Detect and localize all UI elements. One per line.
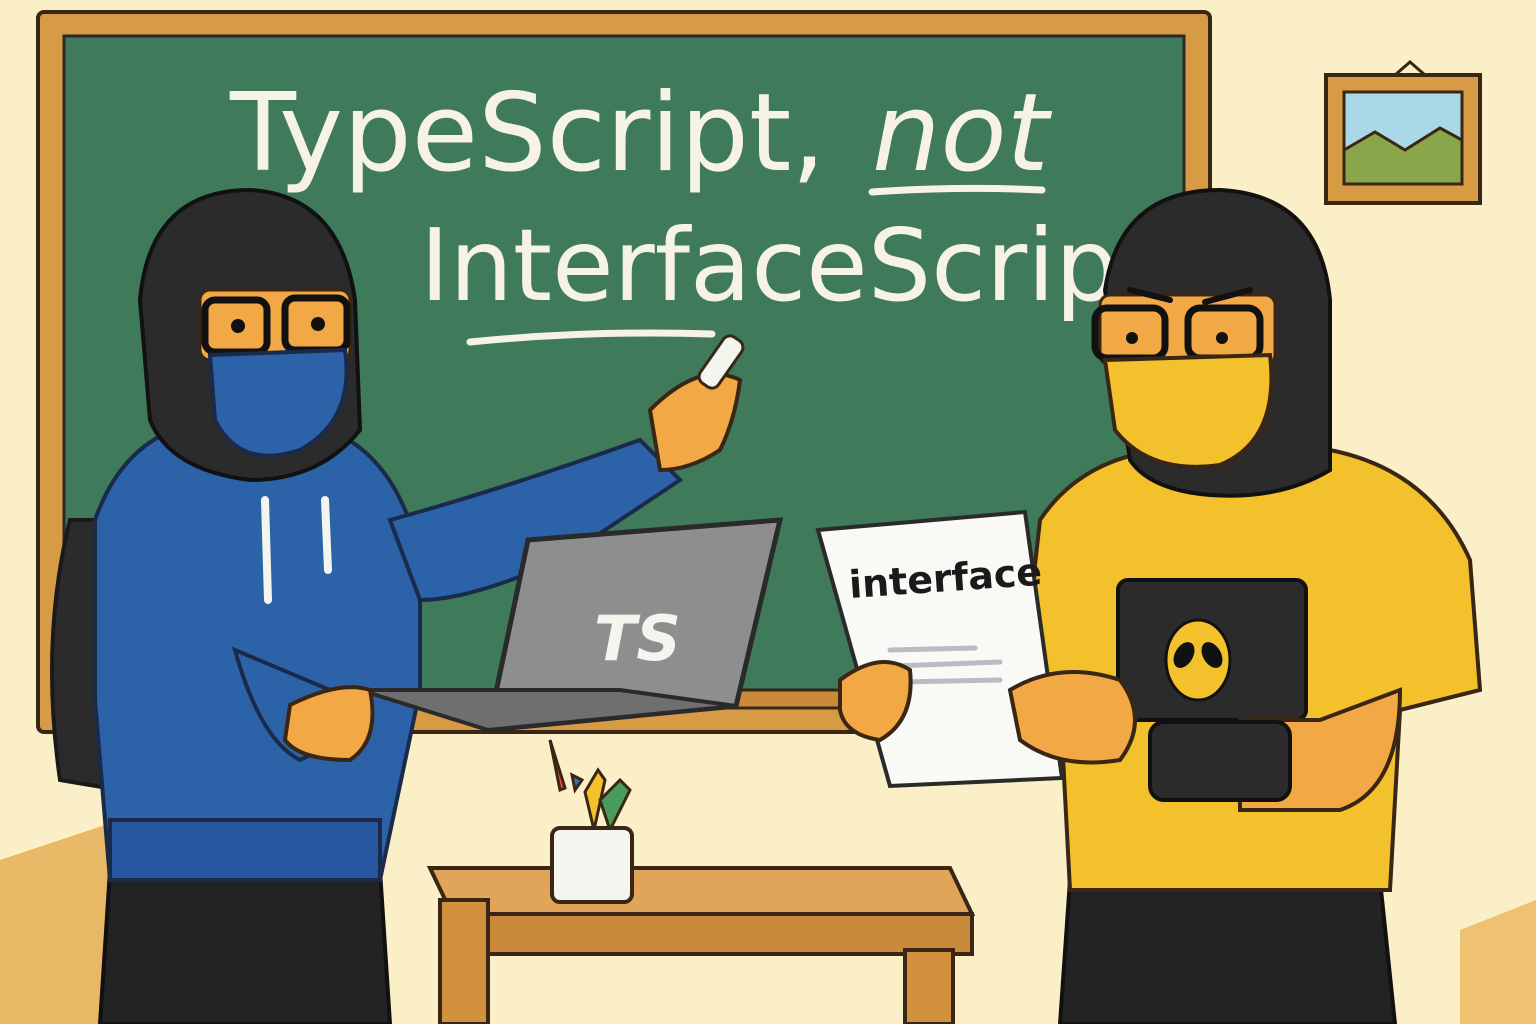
scene-svg: TypeScript, not InterfaceScript TS inter… — [0, 0, 1536, 1024]
pants — [97, 868, 393, 1024]
laptop-label: TS — [594, 602, 681, 675]
chalkboard-line1: TypeScript, — [229, 71, 826, 196]
pants — [1057, 878, 1398, 1024]
alien-icon — [1164, 618, 1232, 702]
wristband — [1148, 720, 1292, 802]
emphasis-underline — [868, 184, 1046, 196]
chalkboard-line2: InterfaceScript — [420, 207, 1158, 324]
chalkboard-emphasis: not — [872, 71, 1053, 196]
classroom-scene: TypeScript, not InterfaceScript TS inter… — [0, 0, 1536, 1024]
picture-frame-icon — [1324, 60, 1482, 205]
hoodie — [93, 417, 422, 882]
